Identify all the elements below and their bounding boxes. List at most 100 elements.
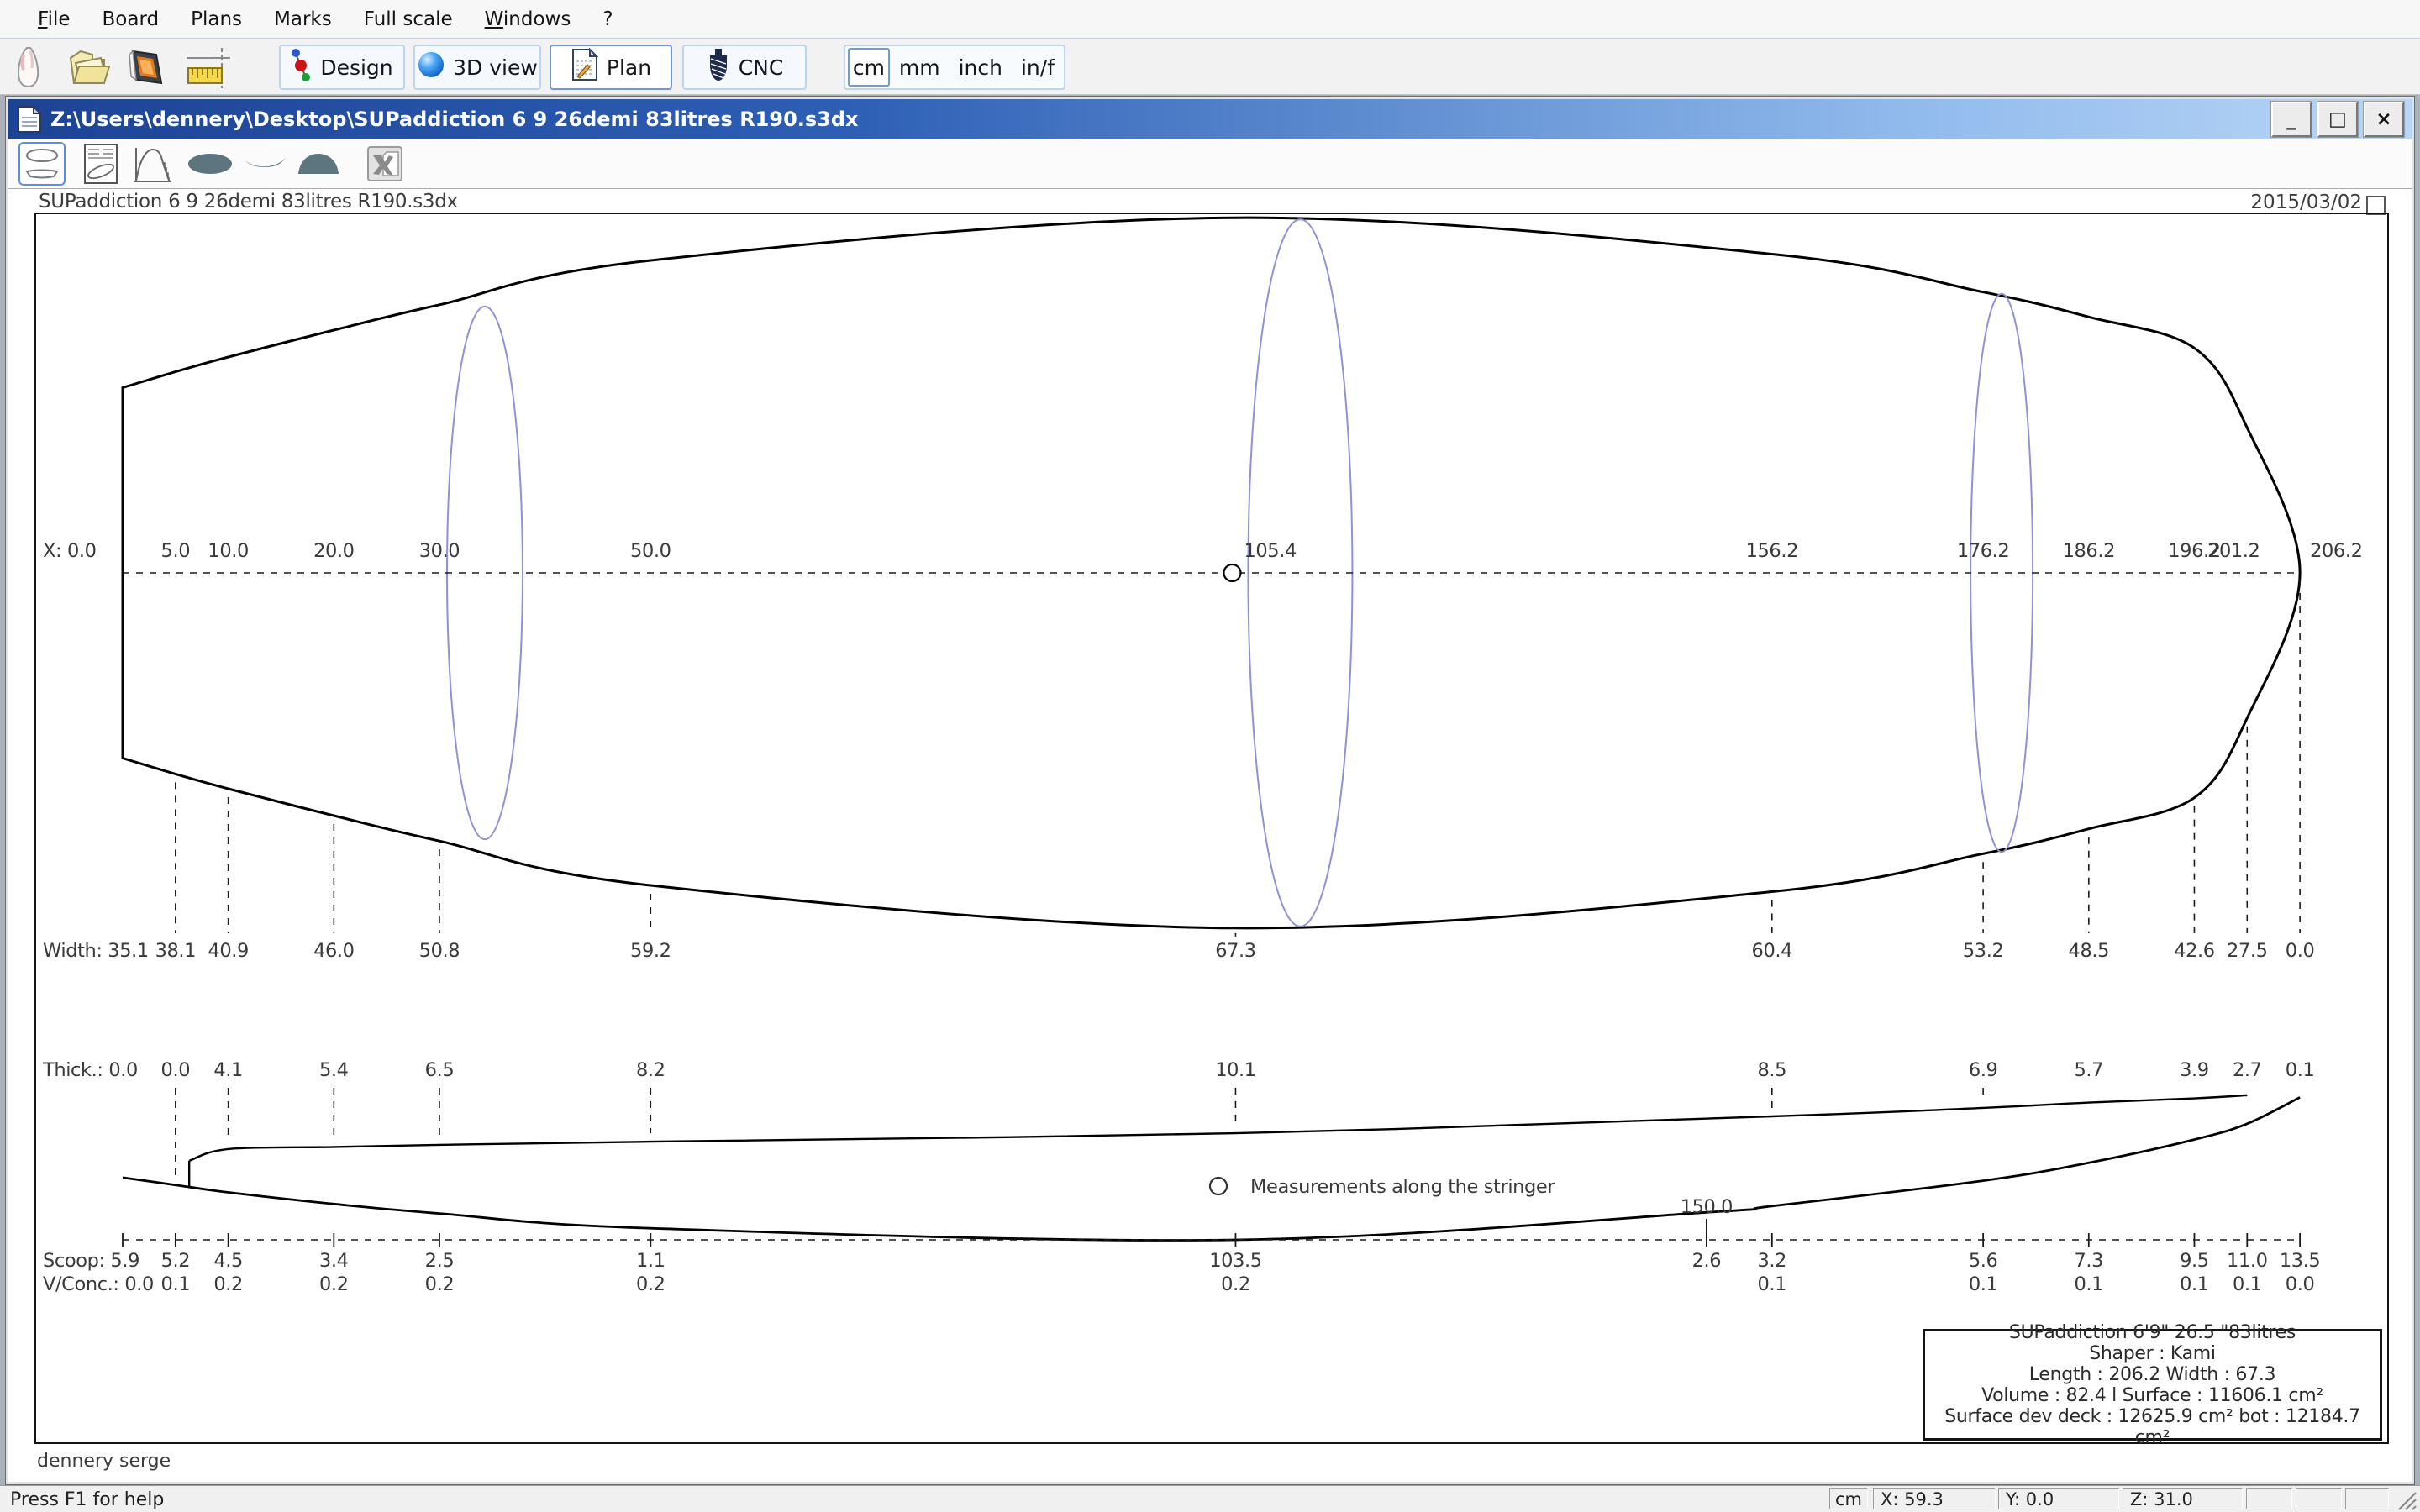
measure-label: 60.4 [1752, 940, 1793, 962]
outline-plan-button[interactable] [187, 142, 234, 186]
plan-document-icon [571, 48, 599, 87]
status-empty-cell [2246, 1488, 2292, 1509]
measure-label: 38.1 [155, 940, 197, 962]
measure-label: 0.2 [636, 1273, 666, 1295]
status-unit: cm [1829, 1488, 1868, 1509]
measure-label: 0.1 [2180, 1273, 2209, 1295]
measure-label: 156.2 [1746, 540, 1798, 562]
status-z-coordinate: Z: 31.0 [2123, 1488, 2243, 1509]
status-bar: Press F1 for help cm X: 59.3 Y: 0.0 Z: 3… [0, 1485, 2420, 1512]
measure-label: 5.7 [2074, 1059, 2103, 1081]
measure-label: 7.3 [2074, 1250, 2103, 1272]
measure-label: 0.2 [319, 1273, 349, 1295]
outline-profile-view-button[interactable] [18, 142, 66, 186]
info-line-surface: Surface dev deck : 12625.9 cm² bot : 121… [1925, 1406, 2380, 1448]
3d-view-button[interactable]: 3D view [413, 45, 541, 90]
measure-label: 0.0 [2286, 940, 2315, 962]
stringer-radio-icon [1210, 1178, 1227, 1194]
curve-view-button[interactable] [129, 142, 176, 186]
measure-label: 103.5 [1209, 1250, 1261, 1272]
cnc-mode-button[interactable]: CNC [682, 45, 807, 90]
board-drawing: X: 0.05.010.020.030.050.0105.4156.2176.2… [36, 214, 2387, 1442]
info-line-dimensions: Length : 206.2 Width : 67.3 [1925, 1364, 2380, 1385]
open-folder-icon[interactable] [67, 46, 111, 92]
save-icon[interactable] [124, 46, 168, 92]
status-empty-cell [2345, 1488, 2389, 1509]
document-header-title: SUPaddiction 6 9 26demi 83litres R190.s3… [39, 191, 458, 213]
maximize-button[interactable]: □ [2317, 102, 2358, 137]
menu-full-scale[interactable]: Full scale [348, 8, 469, 30]
measure-label: 3.2 [1758, 1250, 1787, 1272]
deck-curve-button[interactable] [295, 142, 342, 186]
measure-label: 5.0 [161, 540, 191, 562]
spec-sheet-view-button[interactable] [77, 142, 124, 186]
deck-profile-curve [189, 1095, 2247, 1161]
measure-label: 0.0 [2286, 1273, 2315, 1295]
unit-inch[interactable]: inch [950, 55, 1012, 80]
bottom-curve-button[interactable] [241, 142, 288, 186]
measure-label: 0.2 [213, 1273, 243, 1295]
window-title: Z:\Users\dennery\Desktop\SUPaddiction 6 … [50, 108, 859, 131]
info-line-volume: Volume : 82.4 l Surface : 11606.1 cm² [1925, 1385, 2380, 1406]
measure-label: 105.4 [1244, 540, 1296, 562]
window-controls: _ □ × [2271, 102, 2404, 137]
measure-label: 48.5 [2069, 940, 2110, 962]
drawing-canvas[interactable]: SUPaddiction 6 9 26demi 83litres R190.s3… [8, 189, 2412, 1481]
measure-ruler-icon[interactable] [183, 46, 237, 93]
window-title-bar[interactable]: Z:\Users\dennery\Desktop\SUPaddiction 6 … [8, 99, 2412, 139]
resize-grip[interactable] [2396, 1489, 2417, 1512]
measure-label: 176.2 [1957, 540, 2009, 562]
pointer-tool-icon[interactable] [10, 46, 50, 92]
measure-label: 8.2 [636, 1059, 666, 1081]
measure-label: 59.2 [630, 940, 671, 962]
measure-label: 11.0 [2227, 1250, 2268, 1272]
measure-label: 0.0 [161, 1059, 191, 1081]
measure-label: 8.5 [1758, 1059, 1787, 1081]
minimize-button[interactable]: _ [2271, 102, 2312, 137]
vconc-row-prefix: V/Conc.: 0.0 [43, 1273, 154, 1295]
measure-label: 0.1 [2233, 1273, 2262, 1295]
menu-board[interactable]: Board [87, 8, 176, 30]
menu-marks[interactable]: Marks [258, 8, 348, 30]
export-excel-button[interactable] [361, 142, 408, 186]
document-date: 2015/03/02 [2250, 192, 2362, 213]
x-row-prefix: X: 0.0 [43, 540, 97, 562]
document-icon[interactable] [17, 105, 42, 134]
plan-mode-button[interactable]: Plan [550, 45, 672, 90]
plan-label: Plan [607, 55, 651, 80]
center-point-marker [1223, 564, 1240, 581]
measure-label: 42.6 [2174, 940, 2215, 962]
measure-label: 20.0 [313, 540, 355, 562]
measure-label: 206.2 [2310, 540, 2362, 562]
stringer-annotation: Measurements along the stringer [1250, 1176, 1555, 1198]
application-window: File Board Plans Marks Full scale Window… [0, 0, 2420, 1512]
close-button[interactable]: × [2364, 102, 2404, 137]
measure-label: 50.0 [630, 540, 671, 562]
measure-label: 10.0 [208, 540, 249, 562]
main-toolbar: Design 3D view [0, 39, 2420, 95]
menu-plans[interactable]: Plans [175, 8, 258, 30]
measure-label: 6.9 [1969, 1059, 1998, 1081]
measure-label: 0.1 [2286, 1059, 2315, 1081]
menu-help[interactable]: ? [587, 8, 629, 30]
unit-selector: cm mm inch in/f [844, 45, 1065, 90]
info-line-model: SUPaddiction 6'9" 26.5 "83litres [1925, 1322, 2380, 1343]
status-x-coordinate: X: 59.3 [1873, 1488, 1996, 1509]
measure-label: 186.2 [2063, 540, 2115, 562]
design-mode-button[interactable]: Design [279, 45, 405, 90]
unit-mm[interactable]: mm [890, 55, 950, 80]
thick-row-prefix: Thick.: 0.0 [42, 1059, 138, 1081]
unit-cm[interactable]: cm [848, 48, 890, 87]
view-toolbar [8, 139, 2412, 189]
menu-bar: File Board Plans Marks Full scale Window… [0, 0, 2420, 39]
document-window: Z:\Users\dennery\Desktop\SUPaddiction 6 … [5, 96, 2415, 1485]
width-row-prefix: Width: 35.1 [43, 940, 149, 962]
measure-label: 67.3 [1215, 940, 1256, 962]
measure-label: 53.2 [1963, 940, 2004, 962]
measure-label: 201.2 [2207, 540, 2260, 562]
menu-windows[interactable]: Windows [469, 8, 587, 30]
unit-inf[interactable]: in/f [1012, 55, 1064, 80]
menu-file[interactable]: File [22, 8, 87, 30]
measure-label: 5.6 [1969, 1250, 1998, 1272]
measure-label: 4.1 [213, 1059, 243, 1081]
